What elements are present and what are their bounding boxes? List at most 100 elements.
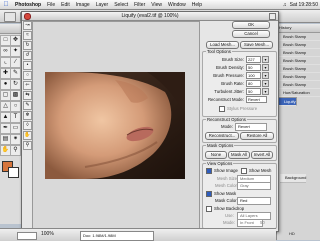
brush-rate-label: Brush Rate: [221,80,244,86]
show-mesh-check-icon [241,168,247,174]
history-palette-title[interactable]: History [277,24,320,33]
thaw-tool-icon[interactable]: ◊ [23,121,32,130]
brush-size-row: Brush Size: 227 ▾ [206,55,269,63]
eyedropper-tool-icon[interactable]: ⁕ [10,134,21,145]
show-backdrop-label: Show Backdrop [214,206,245,212]
move-tool-icon[interactable]: ✥ [10,35,21,46]
reconstruct-button[interactable]: Reconstruct... [205,132,239,140]
zoom-tool-icon[interactable]: ⚲ [10,145,21,156]
mask-none-button[interactable]: None [205,151,227,159]
history-item-selected[interactable]: Liquify [277,97,297,106]
turbulent-jitter-label: Turbulent Jitter: [214,88,244,94]
reconstruct-mode-select[interactable]: Revert [246,95,267,103]
turbulence-tool-icon[interactable]: ≈ [23,31,32,40]
brush-density-stepper-icon[interactable]: ▾ [262,63,269,71]
warp-tool-icon[interactable]: ↝ [23,21,32,30]
hand-tool-icon[interactable]: ✋ [23,131,32,140]
tool-preset-icon[interactable] [4,12,16,22]
brush-density-label: Brush Density: [216,64,244,70]
menu-view[interactable]: View [148,2,165,8]
menu-window[interactable]: Window [165,2,189,8]
status-button[interactable] [17,232,37,240]
menu-help[interactable]: Help [189,2,205,8]
restore-all-button[interactable]: Restore All [240,132,274,140]
brush-rate-stepper-icon[interactable]: ▾ [262,79,269,87]
reconstruct-mode-row: Reconstruct Mode: Revert [206,95,267,103]
volume-icon[interactable]: ♫ [283,2,287,8]
twirl-clockwise-tool-icon[interactable]: ↻ [23,41,32,50]
cancel-button[interactable]: Cancel [232,30,270,38]
pucker-tool-icon[interactable]: • [23,61,32,70]
background-color-swatch[interactable] [8,167,19,178]
brush-size-stepper-icon[interactable]: ▾ [262,55,269,63]
history-item[interactable]: Brush Stamp [277,81,320,89]
reconstruct-tool-icon[interactable]: ✎ [23,101,32,110]
liquify-dialog: Liquify (eval2.tif @ 100%) ↝ ≈ ↻ ↺ • ○ ⇐… [21,11,279,232]
preview-canvas[interactable] [32,21,200,230]
ok-button[interactable]: OK [232,21,270,29]
slice-tool-icon[interactable]: ∕ [10,57,21,68]
history-item[interactable]: Brush Stamp [277,65,320,73]
portrait-photo[interactable] [45,72,185,179]
show-image-checkbox[interactable]: Show Image [206,168,238,174]
toolbox-titlebar[interactable] [0,24,21,34]
show-mask-check-icon [206,191,212,197]
zoom-level[interactable]: 100% [41,231,54,237]
shape-tool-icon[interactable]: ▭ [10,123,21,134]
color-swatches [0,159,21,179]
turbulent-jitter-stepper-icon[interactable]: ▾ [262,87,269,95]
menu-app[interactable]: Photoshop [12,2,44,8]
liquify-titlebar[interactable]: Liquify (eval2.tif @ 100%) [22,12,278,21]
zoom-tool-icon[interactable]: ⚲ [23,141,32,150]
twirl-counterclockwise-tool-icon[interactable]: ↺ [23,51,32,60]
history-item[interactable]: Brush Stamp [277,41,320,49]
menu-edit[interactable]: Edit [58,2,73,8]
mesh-color-select[interactable]: Gray [237,182,271,190]
bloat-tool-icon[interactable]: ○ [23,71,32,80]
clock[interactable]: Sat 19:28:50 [290,2,318,8]
save-mesh-button[interactable]: Save Mesh... [240,41,273,49]
freeze-tool-icon[interactable]: ❄ [23,111,32,120]
gradient-tool-icon[interactable]: ▩ [10,90,21,101]
menu-layer[interactable]: Layer [93,2,112,8]
menu-select[interactable]: Select [111,2,131,8]
history-item[interactable]: Brush Stamp [277,33,320,41]
backdrop-opacity-value[interactable]: 50 [260,220,265,225]
collapse-window-icon[interactable] [269,13,276,20]
history-item[interactable]: Hue/Saturation [277,89,320,97]
type-tool-icon[interactable]: T [10,112,21,123]
dodge-tool-icon[interactable]: ○ [10,101,21,112]
brush-tool-icon[interactable]: ✎ [10,68,21,79]
menu-image[interactable]: Image [73,2,93,8]
push-left-tool-icon[interactable]: ⇐ [23,81,32,90]
brush-density-input[interactable]: 50 [246,63,261,71]
apple-menu-icon[interactable]:  [0,1,12,8]
stylus-pressure-checkbox[interactable]: Stylus Pressure [219,106,257,112]
mask-color-select[interactable]: Red [237,197,271,205]
show-mesh-checkbox[interactable]: Show Mesh [241,168,271,174]
history-brush-tool-icon[interactable]: ↻ [10,79,21,90]
mirror-tool-icon[interactable]: ⇆ [23,91,32,100]
reconstruct-options-title: Reconstruct Options [206,117,247,122]
history-item[interactable]: Brush Stamp [277,49,320,57]
layer-row-background[interactable]: Background [280,174,307,183]
history-item[interactable]: Brush Stamp [277,73,320,81]
close-window-icon[interactable] [24,13,31,20]
magic-wand-tool-icon[interactable]: ✦ [10,46,21,57]
mask-all-button[interactable]: Mask All [228,151,250,159]
liquify-controls: OK Cancel Load Mesh... Save Mesh... Tool… [202,21,277,229]
invert-all-button[interactable]: Invert All [251,151,273,159]
menu-filter[interactable]: Filter [131,2,148,8]
brush-pressure-stepper-icon[interactable]: ▾ [262,71,269,79]
history-item[interactable]: Brush Stamp [277,57,320,65]
turbulent-jitter-input[interactable]: 50 [246,87,261,95]
brush-rate-input[interactable]: 80 [246,79,261,87]
load-mesh-button[interactable]: Load Mesh... [206,41,239,49]
desktop-drive-label[interactable]: HD [289,231,295,236]
menu-file[interactable]: File [44,2,58,8]
reconstruct-options-mode-select[interactable]: Revert [235,123,267,131]
brush-pressure-input[interactable]: 100 [246,71,261,79]
stylus-pressure-label: Stylus Pressure [227,106,258,112]
brush-size-input[interactable]: 227 [246,55,261,63]
show-mask-checkbox[interactable]: Show Mask [206,191,236,197]
